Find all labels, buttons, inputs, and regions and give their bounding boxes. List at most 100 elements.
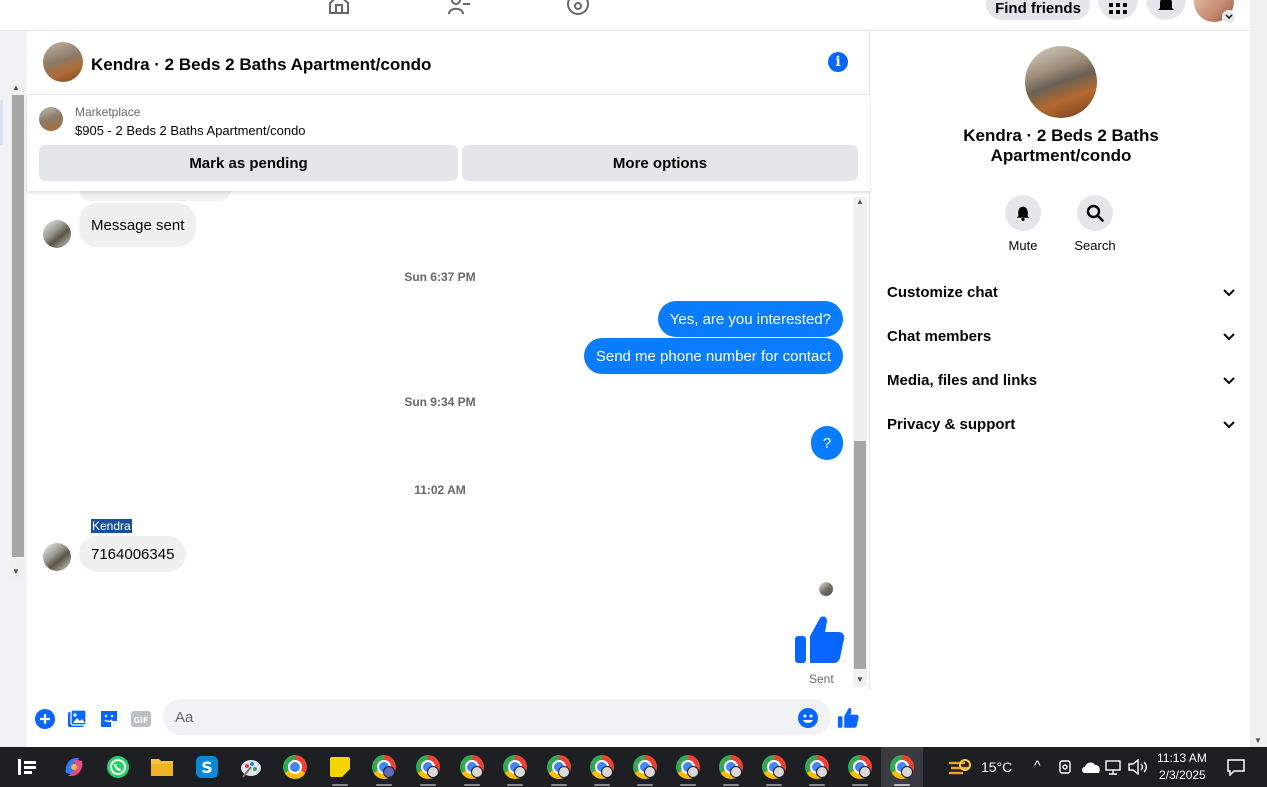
- file-explorer-icon[interactable]: [148, 753, 176, 781]
- whatsapp-icon[interactable]: [104, 753, 132, 781]
- gif-icon[interactable]: GIF: [131, 709, 151, 729]
- clock-time[interactable]: 11:13 AM: [1157, 751, 1207, 765]
- marketplace-banner: Marketplace $905 - 2 Beds 2 Baths Apartm…: [27, 95, 870, 191]
- search-button[interactable]: Search: [1065, 195, 1125, 253]
- home-icon[interactable]: [327, 0, 351, 16]
- skype-icon[interactable]: S: [193, 753, 221, 781]
- section-label: Privacy & support: [887, 415, 1016, 433]
- chevron-up-icon[interactable]: ^: [1034, 757, 1041, 773]
- running-indicator: [594, 784, 610, 786]
- chrome-profile-icon[interactable]: [631, 753, 659, 781]
- bell-icon: [1005, 195, 1041, 231]
- scroll-up-arrow[interactable]: ▲: [853, 195, 867, 207]
- sender-name: Kendra: [91, 519, 132, 533]
- section-chat-members[interactable]: Chat members: [887, 314, 1235, 358]
- meet-icon[interactable]: [1056, 753, 1076, 781]
- running-indicator: [809, 784, 825, 786]
- chrome-profile-icon[interactable]: [370, 753, 398, 781]
- mark-as-pending-button[interactable]: Mark as pending: [39, 145, 458, 181]
- svg-text:GIF: GIF: [133, 716, 148, 725]
- chat-pane: Kendra · 2 Beds 2 Baths Apartment/condo …: [27, 31, 870, 747]
- copilot-icon[interactable]: [60, 753, 88, 781]
- listing-thumbnail[interactable]: [39, 107, 63, 131]
- volume-icon[interactable]: [1127, 753, 1149, 781]
- photo-icon[interactable]: [67, 709, 87, 729]
- section-media-files-links[interactable]: Media, files and links: [887, 358, 1235, 402]
- chat-title[interactable]: Kendra · 2 Beds 2 Baths Apartment/condo: [91, 55, 431, 75]
- paint-icon[interactable]: [237, 753, 265, 781]
- chrome-profile-icon[interactable]: [414, 753, 442, 781]
- chrome-profile-icon[interactable]: [501, 753, 529, 781]
- notification-center-icon[interactable]: [1222, 753, 1250, 781]
- running-indicator: [766, 784, 782, 786]
- clock-date[interactable]: 2/3/2025: [1159, 768, 1206, 782]
- marketplace-label: Marketplace: [75, 105, 141, 119]
- chrome-profile-icon[interactable]: [846, 753, 874, 781]
- page-scrollbar[interactable]: ▼: [1250, 0, 1267, 747]
- section-label: Media, files and links: [887, 371, 1038, 389]
- network-icon[interactable]: [1103, 753, 1125, 781]
- sent-status: Sent: [809, 672, 834, 686]
- chrome-profile-icon[interactable]: [545, 753, 573, 781]
- search-icon: [1077, 195, 1113, 231]
- task-view-icon[interactable]: [13, 753, 41, 781]
- left-scrollbar-thumb[interactable]: [12, 95, 24, 557]
- bell-icon[interactable]: [1146, 0, 1186, 20]
- thumbs-up-send-icon[interactable]: [837, 707, 859, 729]
- sticker-icon[interactable]: [99, 709, 119, 729]
- running-indicator: [852, 784, 868, 786]
- scroll-down-arrow[interactable]: ▼: [12, 567, 20, 576]
- more-options-button[interactable]: More options: [462, 145, 858, 181]
- section-label: Customize chat: [887, 283, 998, 301]
- conversation-avatar[interactable]: [1025, 46, 1097, 118]
- friends-icon[interactable]: [447, 0, 471, 16]
- screen: Find friends ▲ ▼ Kendra · 2 Beds 2 Baths…: [0, 0, 1267, 787]
- chrome-profile-icon[interactable]: [760, 753, 788, 781]
- menu-grid-icon[interactable]: [1098, 0, 1138, 20]
- message-bubble-incoming: 7164006345: [79, 536, 187, 572]
- chrome-profile-icon[interactable]: [458, 753, 486, 781]
- chrome-profile-icon[interactable]: [674, 753, 702, 781]
- listing-avatar[interactable]: [43, 42, 83, 82]
- plus-icon[interactable]: [35, 709, 55, 729]
- weather-icon[interactable]: [946, 753, 974, 781]
- chrome-profile-icon-active[interactable]: [888, 753, 916, 781]
- temperature[interactable]: 15°C: [981, 759, 1012, 775]
- emoji-icon[interactable]: [798, 708, 818, 728]
- contact-avatar[interactable]: [43, 543, 71, 571]
- search-label: Search: [1074, 238, 1116, 253]
- message-scrollbar-thumb[interactable]: [854, 441, 866, 669]
- chevron-down-icon: [1223, 416, 1235, 433]
- account-avatar[interactable]: [1194, 0, 1236, 24]
- running-indicator: [507, 784, 523, 786]
- groups-icon[interactable]: [566, 0, 590, 16]
- timestamp: Sun 9:34 PM: [404, 395, 476, 409]
- sticky-notes-icon[interactable]: [326, 753, 354, 781]
- running-indicator: [332, 784, 348, 786]
- message-input[interactable]: Aa: [163, 699, 831, 735]
- scroll-down-arrow[interactable]: ▼: [853, 673, 867, 685]
- running-indicator: [420, 784, 436, 786]
- chrome-profile-icon[interactable]: [717, 753, 745, 781]
- find-friends-button[interactable]: Find friends: [986, 0, 1090, 20]
- info-icon[interactable]: i: [828, 52, 848, 72]
- section-customize-chat[interactable]: Customize chat: [887, 270, 1235, 314]
- section-privacy-support[interactable]: Privacy & support: [887, 402, 1235, 446]
- contact-avatar[interactable]: [43, 220, 71, 248]
- listing-summary[interactable]: $905 - 2 Beds 2 Baths Apartment/condo: [75, 123, 306, 138]
- message-bubble-partial: [79, 191, 231, 201]
- message-list: Message sent Sun 6:37 PM Yes, are you in…: [27, 191, 870, 691]
- composer: GIF Aa: [27, 691, 870, 747]
- chrome-icon[interactable]: [281, 753, 309, 781]
- chevron-down-icon: [1223, 328, 1235, 345]
- scroll-down-arrow[interactable]: ▼: [1254, 736, 1262, 745]
- mute-button[interactable]: Mute: [993, 195, 1053, 253]
- chrome-profile-icon[interactable]: [803, 753, 831, 781]
- onedrive-icon[interactable]: [1080, 753, 1102, 781]
- chrome-profile-icon[interactable]: [588, 753, 616, 781]
- running-indicator: [723, 784, 739, 786]
- message-bubble-outgoing: Send me phone number for contact: [583, 338, 843, 374]
- timestamp: 11:02 AM: [414, 483, 466, 497]
- scroll-up-arrow[interactable]: ▲: [12, 83, 20, 92]
- top-nav: Find friends: [0, 0, 1250, 31]
